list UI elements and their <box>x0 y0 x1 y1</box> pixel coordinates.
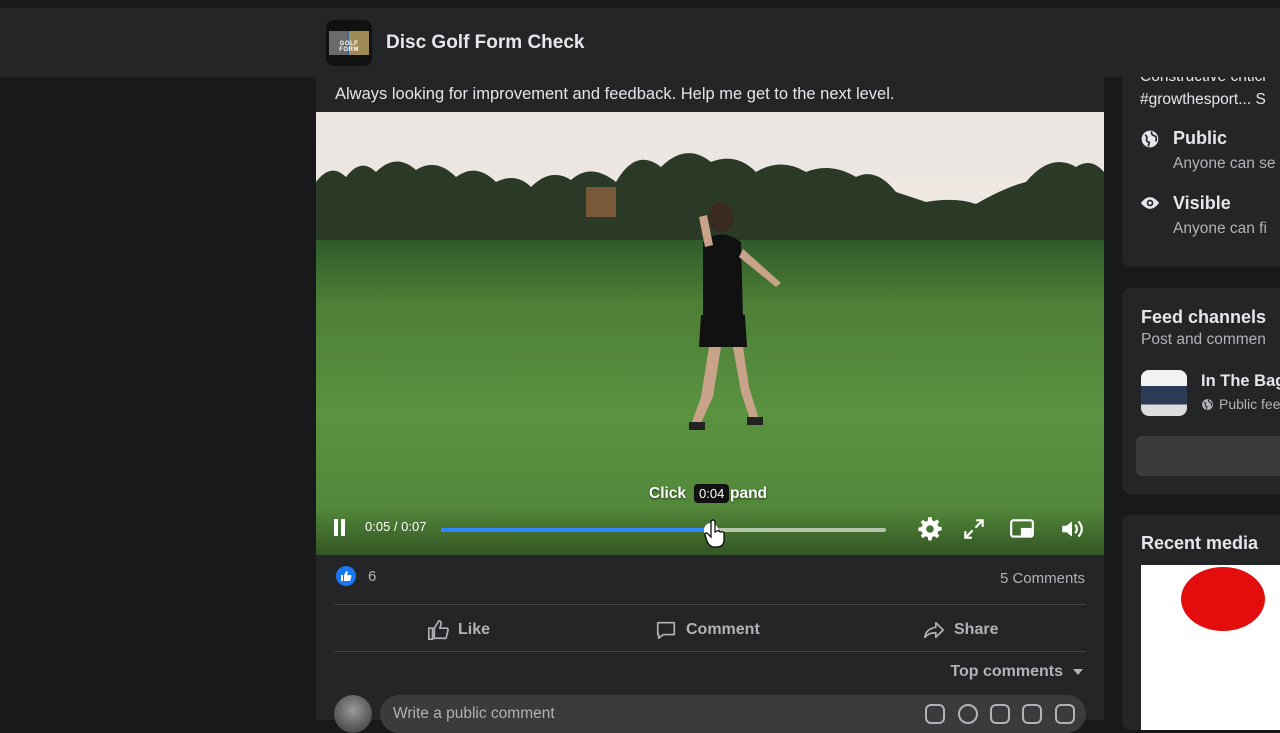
like-reaction-icon <box>336 566 356 586</box>
video-progress-fill <box>441 528 712 532</box>
group-title[interactable]: Disc Golf Form Check <box>386 32 585 54</box>
like-label: Like <box>458 621 491 638</box>
channel-desc: Public fee <box>1219 396 1280 412</box>
visibility-title: Visible <box>1173 193 1231 213</box>
globe-icon <box>1141 130 1159 148</box>
fullscreen-icon[interactable] <box>961 516 987 542</box>
divider <box>334 604 1086 605</box>
group-thumbnail[interactable]: GOLF FORM <box>326 20 372 66</box>
scrub-time-tooltip: 0:04 <box>694 484 730 503</box>
sticker-icon[interactable] <box>1055 704 1075 724</box>
comment-label: Comment <box>686 621 760 638</box>
share-button[interactable]: Share <box>923 614 998 646</box>
visibility-desc: Anyone can fi <box>1173 220 1267 237</box>
settings-gear-icon[interactable] <box>917 516 943 542</box>
gif-icon[interactable] <box>1022 704 1042 724</box>
about-card: Constructive critici #growthesport... S … <box>1122 77 1280 267</box>
post-card: Always looking for improvement and feedb… <box>316 77 1104 733</box>
pause-icon[interactable] <box>333 519 347 536</box>
volume-icon[interactable] <box>1059 516 1085 542</box>
eye-icon <box>1140 197 1160 209</box>
reaction-count: 6 <box>368 567 377 585</box>
recent-media-thumbnail[interactable] <box>1141 565 1280 730</box>
player-figure <box>689 202 781 430</box>
feed-channels-card: Feed channels Post and commen In The Bag… <box>1122 288 1280 494</box>
avatar-sticker-icon[interactable] <box>925 704 945 724</box>
about-snippet-1: Constructive critici <box>1140 77 1266 86</box>
thumbs-up-icon <box>428 620 449 640</box>
comment-input[interactable]: Write a public comment <box>380 695 1086 733</box>
hand-cursor-icon <box>704 519 725 548</box>
about-snippet-2[interactable]: #growthesport... S <box>1140 91 1266 109</box>
share-arrow-icon <box>924 621 944 639</box>
comment-sort-dropdown[interactable]: Top comments <box>950 663 1083 681</box>
avatar[interactable] <box>334 695 372 733</box>
feed-channels-sub: Post and commen <box>1141 331 1266 348</box>
privacy-desc: Anyone can se <box>1173 155 1276 172</box>
camera-icon[interactable] <box>990 704 1010 724</box>
recent-media-title: Recent media <box>1141 533 1259 553</box>
emoji-icon[interactable] <box>958 704 978 724</box>
see-all-channels-button[interactable] <box>1136 436 1280 476</box>
expand-hint-right: pand <box>730 485 768 502</box>
divider <box>334 651 1086 652</box>
picture-in-picture-icon[interactable] <box>1009 516 1035 542</box>
expand-hint-left: Click <box>649 485 687 502</box>
comment-button[interactable]: Comment <box>655 614 760 646</box>
post-caption: Always looking for improvement and feedb… <box>335 85 895 103</box>
group-header[interactable]: GOLF FORM Disc Golf Form Check <box>326 20 585 66</box>
recent-media-card: Recent media <box>1122 515 1280 730</box>
chevron-down-icon <box>1073 669 1083 675</box>
video-time: 0:05 / 0:07 <box>365 519 427 534</box>
comment-sort-label: Top comments <box>950 663 1063 680</box>
comment-bubble-icon <box>656 621 676 640</box>
privacy-title: Public <box>1173 128 1228 148</box>
video-progress-bar[interactable] <box>441 523 886 537</box>
reaction-summary[interactable]: 6 <box>336 566 376 586</box>
channel-name[interactable]: In The Bag <box>1201 372 1280 391</box>
video-controls: 0:05 / 0:07 <box>316 507 1104 555</box>
video-player[interactable]: Click pand 0:04 0:05 / 0:07 <box>316 112 1104 555</box>
comment-input-placeholder: Write a public comment <box>393 705 555 722</box>
comments-count-link[interactable]: 5 Comments <box>1000 570 1085 587</box>
feed-channels-title: Feed channels <box>1141 307 1267 327</box>
like-button[interactable]: Like <box>427 614 490 646</box>
channel-thumbnail[interactable] <box>1141 370 1187 416</box>
group-thumbnail-text: GOLF FORM <box>339 41 359 53</box>
share-label: Share <box>954 621 999 638</box>
group-header-bar: GOLF FORM Disc Golf Form Check <box>0 0 1280 77</box>
globe-icon <box>1202 399 1213 410</box>
